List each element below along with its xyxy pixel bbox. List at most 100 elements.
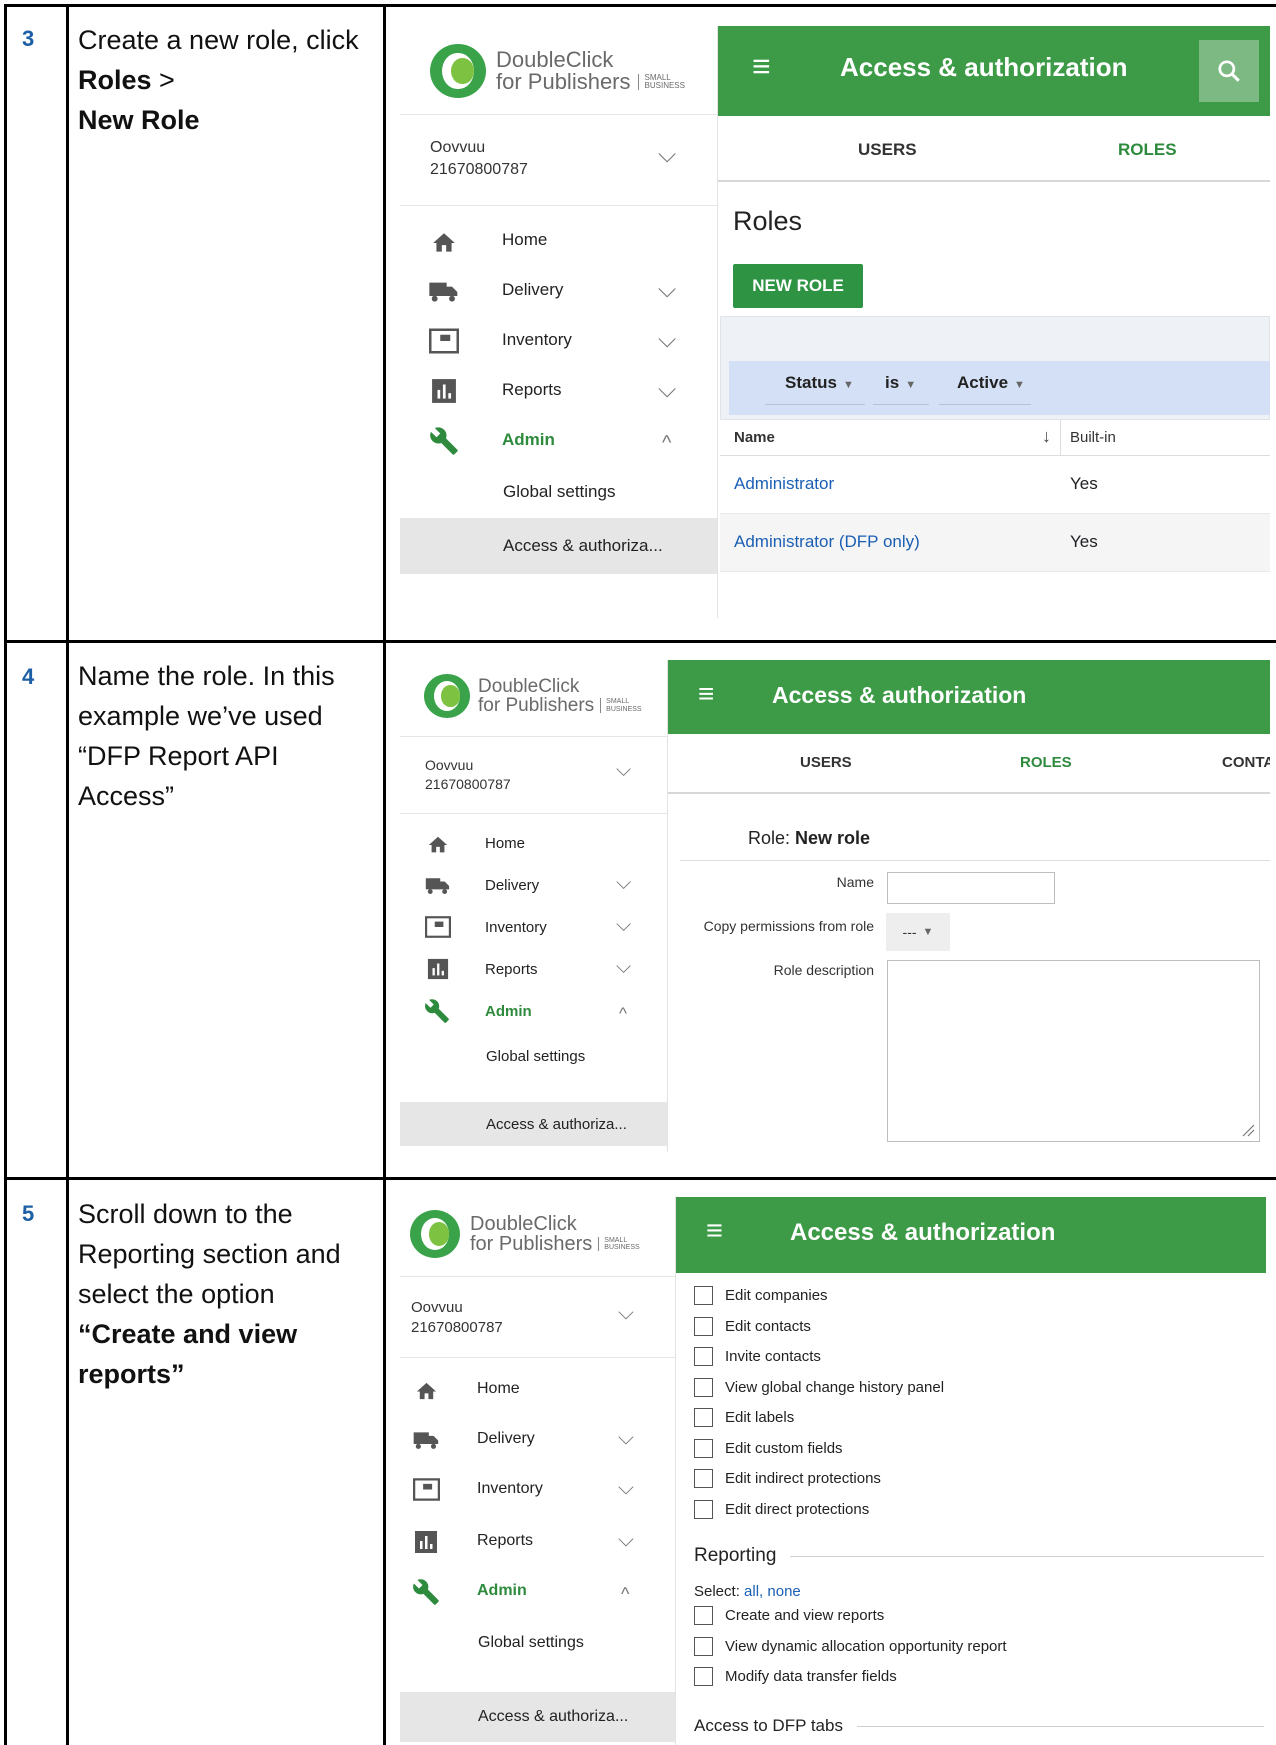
role-heading: Role: New role <box>748 828 870 849</box>
nav-admin[interactable]: Admin ^ <box>400 1568 675 1614</box>
instruction-text: Create a new role, click <box>78 25 359 55</box>
chevron-up-icon: ^ <box>619 1004 627 1023</box>
nav-inventory[interactable]: Inventory ⌵ <box>400 316 717 364</box>
step-number: 3 <box>22 26 35 51</box>
checkbox[interactable] <box>694 1286 713 1305</box>
filter-operator-select[interactable]: is ▼ <box>873 373 929 405</box>
nav-reports[interactable]: Reports ⌵ <box>400 948 667 990</box>
permission-checkbox-row[interactable]: Edit labels <box>694 1408 794 1427</box>
nav-global-settings[interactable]: Global settings <box>400 1034 667 1076</box>
nav-home[interactable]: Home <box>400 216 717 264</box>
tab-users[interactable]: USERS <box>858 140 917 160</box>
account-selector[interactable]: Oovvuu 21670800787 ⌵ <box>400 736 667 814</box>
builtin-value: Yes <box>1070 474 1098 493</box>
checkbox[interactable] <box>694 1439 713 1458</box>
hamburger-menu-icon[interactable]: ≡ <box>698 678 714 710</box>
permission-checkbox-row[interactable]: Edit indirect protections <box>694 1469 881 1488</box>
nav-admin[interactable]: Admin ^ <box>400 416 717 464</box>
table-header: Name ↓ Built-in <box>720 420 1270 456</box>
nav-label: Global settings <box>478 1634 584 1651</box>
nav-inventory[interactable]: Inventory ⌵ <box>400 906 667 948</box>
nav-delivery[interactable]: Delivery ⌵ <box>400 864 667 906</box>
checkbox[interactable] <box>694 1606 713 1625</box>
nav-home[interactable]: Home <box>400 822 667 864</box>
nav-admin[interactable]: Admin ^ <box>400 990 667 1032</box>
permission-checkbox-row[interactable]: Edit companies <box>694 1286 828 1305</box>
account-selector[interactable]: Oovvuu 21670800787 ⌵ <box>400 114 717 206</box>
app-header: ≡ Access & authorization <box>676 1197 1266 1273</box>
permission-checkbox-row[interactable]: Create and view reports <box>694 1606 884 1625</box>
logo-wordmark: DoubleClick for Publishers SMALL BUSINESS <box>496 49 685 93</box>
resize-handle-icon[interactable] <box>1241 1123 1255 1137</box>
checkbox[interactable] <box>694 1347 713 1366</box>
nav-reports[interactable]: Reports ⌵ <box>400 1518 675 1564</box>
nav-reports[interactable]: Reports ⌵ <box>400 366 717 414</box>
account-selector[interactable]: Oovvuu 21670800787 ⌵ <box>400 1276 675 1358</box>
permission-checkbox-row[interactable]: View global change history panel <box>694 1378 944 1397</box>
checkbox[interactable] <box>694 1378 713 1397</box>
select-none-link[interactable]: none <box>767 1583 800 1600</box>
checkbox[interactable] <box>694 1637 713 1656</box>
instruction-text: > <box>151 65 175 95</box>
nav-delivery[interactable]: Delivery ⌵ <box>400 266 717 314</box>
logo: DoubleClick for Publishers SMALL BUSINESS <box>430 44 685 98</box>
hamburger-menu-icon[interactable]: ≡ <box>706 1215 723 1248</box>
permission-checkbox-row[interactable]: View dynamic allocation opportunity repo… <box>694 1637 1007 1656</box>
role-description-textarea[interactable] <box>887 960 1260 1142</box>
nav-home[interactable]: Home <box>400 1366 675 1412</box>
logo-wordmark: DoubleClick for Publishers SMALL BUSINESS <box>470 1214 640 1254</box>
permission-checkbox-row[interactable]: Edit contacts <box>694 1317 811 1336</box>
nav-label: Admin <box>477 1582 527 1599</box>
home-icon <box>428 836 448 853</box>
checkbox[interactable] <box>694 1667 713 1686</box>
step-instruction: Scroll down to the Reporting section and… <box>78 1194 378 1394</box>
permission-checkbox-row[interactable]: Modify data transfer fields <box>694 1667 897 1686</box>
column-header-name[interactable]: Name <box>734 429 775 446</box>
permission-checkbox-row[interactable]: Invite contacts <box>694 1347 821 1366</box>
inventory-icon <box>425 916 451 938</box>
tab-users[interactable]: USERS <box>800 754 852 771</box>
chevron-down-icon: ⌵ <box>616 759 632 781</box>
checkbox[interactable] <box>694 1408 713 1427</box>
arrow-down-icon[interactable]: ↓ <box>1042 426 1051 447</box>
nav-access-authorization[interactable]: Access & authoriza... <box>400 1692 675 1742</box>
role-link[interactable]: Administrator <box>734 474 834 494</box>
permission-checkbox-row[interactable]: Edit custom fields <box>694 1439 843 1458</box>
tab-roles[interactable]: ROLES <box>1118 140 1177 160</box>
nav-delivery[interactable]: Delivery ⌵ <box>400 1416 675 1462</box>
select-all-link[interactable]: all <box>744 1583 759 1600</box>
dfp-logo-icon <box>424 674 470 718</box>
search-button[interactable] <box>1199 40 1259 102</box>
filter-bar: Status ▼ is ▼ Active ▼ <box>729 361 1270 415</box>
nav-access-authorization[interactable]: Access & authoriza... <box>400 1102 667 1146</box>
nav-global-settings[interactable]: Global settings <box>400 1618 675 1666</box>
nav-access-authorization[interactable]: Access & authoriza... <box>400 518 717 574</box>
nav-inventory[interactable]: Inventory ⌵ <box>400 1466 675 1512</box>
tab-contacts[interactable]: CONTA <box>1222 754 1270 771</box>
copy-permissions-select[interactable]: --- ▼ <box>886 913 950 951</box>
checkbox[interactable] <box>694 1317 713 1336</box>
hamburger-menu-icon[interactable]: ≡ <box>752 48 771 85</box>
nav-label: Inventory <box>485 919 547 936</box>
nav-label: Global settings <box>486 1048 586 1065</box>
dfp-logo-icon <box>410 1210 460 1258</box>
role-link[interactable]: Administrator (DFP only) <box>734 532 920 552</box>
logo-line-1: DoubleClick <box>478 676 580 697</box>
permission-checkbox-row[interactable]: Edit direct protections <box>694 1500 869 1519</box>
checkbox[interactable] <box>694 1469 713 1488</box>
logo-small: BUSINESS <box>644 81 685 90</box>
chevron-down-icon: ⌵ <box>618 1528 634 1551</box>
select-label: Select: <box>694 1583 745 1600</box>
filter-value-select[interactable]: Active ▼ <box>939 373 1031 405</box>
new-role-button[interactable]: NEW ROLE <box>733 264 863 308</box>
filter-field-select[interactable]: Status ▼ <box>765 373 865 405</box>
section-divider <box>790 1555 1264 1557</box>
nav-label: Delivery <box>502 280 564 299</box>
role-name-input[interactable] <box>887 872 1055 904</box>
tab-roles[interactable]: ROLES <box>1020 754 1072 771</box>
logo-line-1: DoubleClick <box>470 1213 577 1235</box>
nav-global-settings[interactable]: Global settings <box>400 466 717 516</box>
instruction-text: Scroll down to the Reporting section and… <box>78 1199 341 1309</box>
checkbox[interactable] <box>694 1500 713 1519</box>
account-id: 21670800787 <box>430 161 528 178</box>
